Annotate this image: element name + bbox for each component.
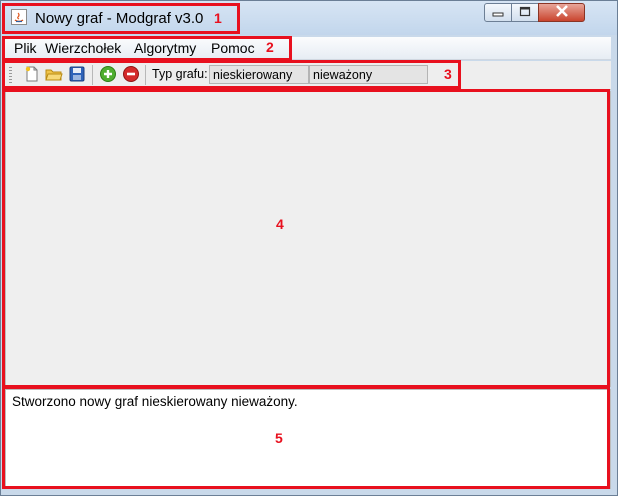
close-icon: [555, 4, 569, 22]
annotation-label-5: 5: [275, 430, 283, 446]
minimize-icon: [492, 4, 504, 22]
minimize-button[interactable]: [484, 3, 512, 22]
annotation-box-2: [2, 36, 292, 61]
close-button[interactable]: [538, 3, 585, 22]
maximize-icon: [519, 4, 531, 22]
annotation-label-4: 4: [276, 216, 284, 232]
maximize-button[interactable]: [511, 3, 539, 22]
annotation-box-5: [2, 386, 610, 489]
annotation-label-2: 2: [266, 39, 274, 55]
annotation-box-4: [2, 89, 610, 388]
annotation-box-3: [2, 60, 461, 89]
annotation-box-1: [2, 3, 240, 34]
annotation-label-1: 1: [214, 10, 222, 26]
annotation-label-3: 3: [444, 66, 452, 82]
